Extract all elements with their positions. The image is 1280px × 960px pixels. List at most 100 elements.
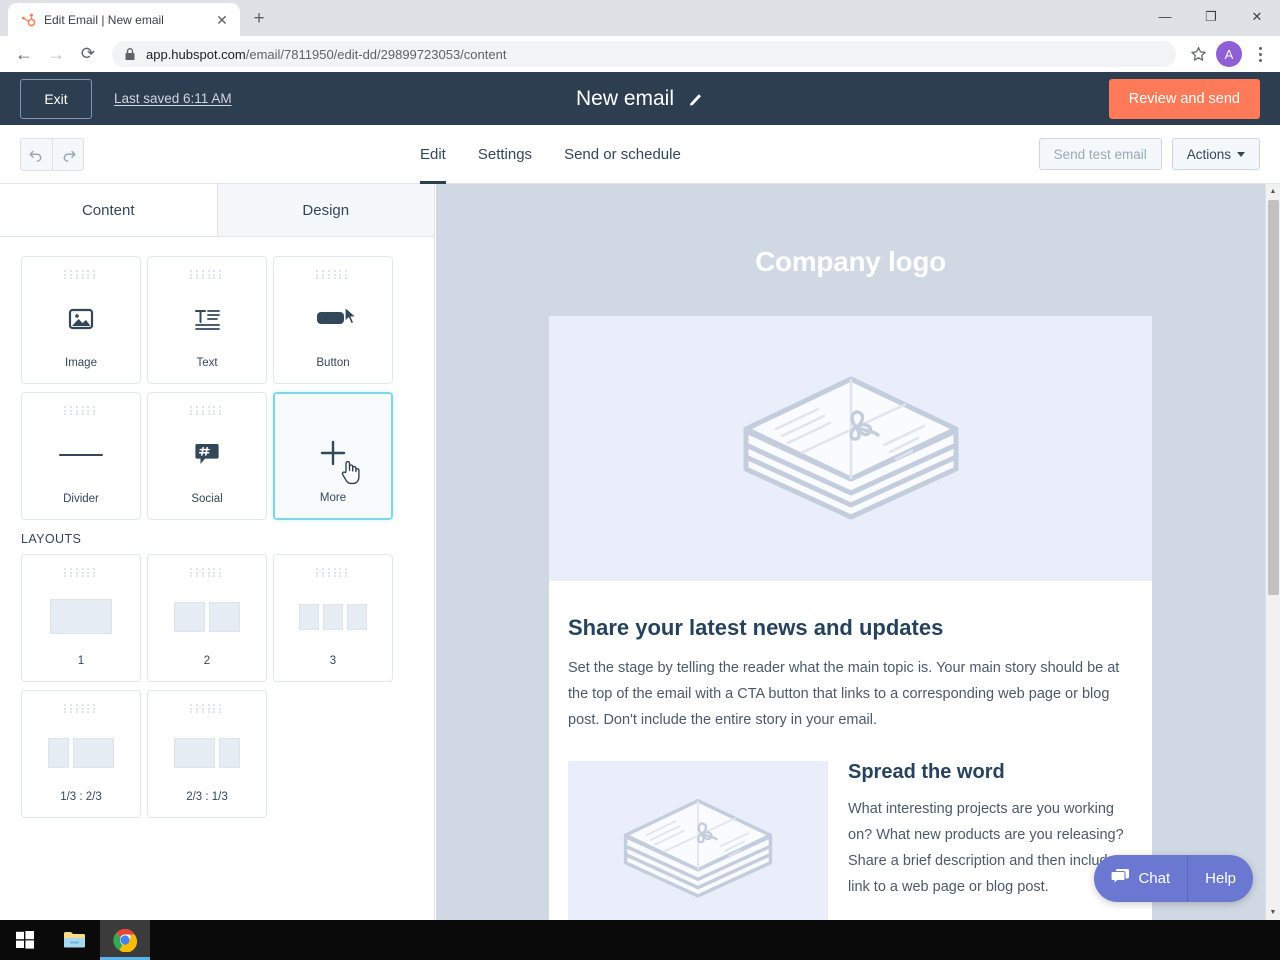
layout-tile-3[interactable]: 3 [273, 554, 393, 682]
reload-icon[interactable]: ⟳ [72, 38, 104, 70]
two-column-module[interactable]: Spread the word What interesting project… [549, 733, 1152, 920]
drag-grip-icon[interactable] [190, 704, 224, 714]
drag-grip-icon[interactable] [64, 704, 98, 714]
email-preview-canvas[interactable]: Company logo Share your latest news and … [436, 184, 1265, 920]
block-tile-label: More [319, 492, 347, 504]
drag-grip-icon[interactable] [64, 406, 98, 416]
drag-grip-icon[interactable] [316, 568, 350, 578]
browser-menu-icon[interactable] [1248, 40, 1272, 68]
split-image-module[interactable] [568, 761, 828, 920]
company-logo-placeholder[interactable]: Company logo [436, 184, 1265, 316]
drag-grip-icon[interactable] [64, 568, 98, 578]
layout-tile-1-3-2-3[interactable]: 1/3 : 2/3 [21, 690, 141, 818]
text-module[interactable]: Share your latest news and updates Set t… [549, 581, 1152, 733]
editor-subnav: Edit Settings Send or schedule Send test… [0, 125, 1280, 184]
back-icon[interactable]: ← [8, 38, 40, 70]
layout-preview [22, 578, 140, 655]
address-bar[interactable]: app.hubspot.com/email/7811950/edit-dd/29… [112, 41, 1176, 67]
block-tile-social[interactable]: Social [147, 392, 267, 520]
last-saved-label[interactable]: Last saved 6:11 AM [114, 91, 232, 106]
edit-pencil-icon[interactable] [688, 91, 704, 107]
browser-tab-title: Edit Email | New email [44, 12, 164, 27]
layout-tile-1[interactable]: 1 [21, 554, 141, 682]
drag-grip-icon[interactable] [190, 568, 224, 578]
layout-tile-label: 2/3 : 1/3 [186, 791, 228, 803]
block-tile-label: Text [196, 357, 218, 369]
cursor-arrow-icon [344, 306, 358, 325]
layout-preview [274, 578, 392, 655]
maximize-icon[interactable]: ❐ [1188, 0, 1234, 33]
minimize-icon[interactable]: — [1142, 0, 1188, 33]
block-tile-more[interactable]: More [273, 392, 393, 520]
tab-send-or-schedule[interactable]: Send or schedule [548, 125, 697, 184]
cursor-pointer-hand-icon [341, 460, 360, 485]
undo-button[interactable] [21, 139, 52, 170]
browser-tab-bar: Edit Email | New email ✕ + — ❐ ✕ [0, 0, 1280, 36]
split-paragraph: What interesting projects are you workin… [848, 801, 1128, 895]
tab-edit[interactable]: Edit [404, 125, 462, 184]
exit-button[interactable]: Exit [20, 78, 92, 119]
new-tab-button[interactable]: + [246, 5, 272, 31]
url-text: app.hubspot.com/email/7811950/edit-dd/29… [146, 47, 506, 62]
hubspot-sprocket-icon [20, 12, 36, 28]
block-tile-text[interactable]: Text [147, 256, 267, 384]
text-icon [148, 280, 266, 357]
browser-toolbar: ← → ⟳ app.hubspot.com/email/7811950/edit… [0, 36, 1280, 72]
window-close-icon[interactable]: ✕ [1234, 0, 1280, 33]
layout-tile-2-3-1-3[interactable]: 2/3 : 1/3 [147, 690, 267, 818]
sidebar-tabs: Content Design [0, 184, 434, 237]
redo-button[interactable] [52, 139, 83, 170]
actions-dropdown[interactable]: Actions [1171, 138, 1260, 170]
sidebar-tab-content[interactable]: Content [0, 184, 217, 236]
sidebar-tab-design[interactable]: Design [216, 184, 434, 236]
letter-stack-placeholder-icon [623, 798, 773, 898]
letter-stack-placeholder-icon [743, 376, 958, 519]
drag-grip-icon[interactable] [316, 270, 350, 280]
editor-tabs: Edit Settings Send or schedule [404, 125, 697, 184]
block-tile-divider[interactable]: Divider [21, 392, 141, 520]
chrome-icon[interactable] [100, 920, 150, 960]
scroll-down-arrow-icon[interactable]: ▼ [1266, 905, 1280, 920]
page-title: New email [575, 86, 675, 110]
avatar[interactable]: A [1216, 41, 1242, 67]
chevron-down-icon [1237, 151, 1245, 157]
content-sidebar: Content Design Image Text Button Divider… [0, 184, 435, 920]
layout-tile-label: 1 [77, 655, 85, 667]
tab-settings[interactable]: Settings [462, 125, 548, 184]
review-and-send-button[interactable]: Review and send [1108, 79, 1260, 119]
section-heading: Share your latest news and updates [568, 615, 944, 640]
block-tile-label: Social [191, 493, 223, 505]
hero-image-module[interactable] [549, 316, 1152, 581]
split-text-column[interactable]: Spread the word What interesting project… [848, 761, 1133, 920]
preview-scrollbar[interactable]: ▲ ▼ [1265, 184, 1280, 920]
layout-tile-2[interactable]: 2 [147, 554, 267, 682]
file-explorer-icon[interactable] [50, 920, 100, 960]
undo-redo-group [20, 138, 84, 171]
close-icon[interactable]: ✕ [212, 10, 232, 30]
chat-bubble-icon [1110, 868, 1130, 889]
drag-grip-icon[interactable] [190, 406, 224, 416]
url-domain: app.hubspot.com [146, 46, 246, 62]
start-button[interactable] [0, 920, 50, 960]
split-heading: Spread the word [848, 761, 1005, 783]
chat-button[interactable]: Chat [1094, 855, 1187, 902]
chat-help-widget: Chat Help [1094, 855, 1253, 902]
layouts-heading: LAYOUTS [21, 532, 82, 546]
forward-icon[interactable]: → [40, 38, 72, 70]
bookmark-star-icon[interactable] [1184, 40, 1212, 68]
drag-grip-icon[interactable] [190, 270, 224, 280]
send-test-email-button[interactable]: Send test email [1038, 138, 1162, 170]
layout-tile-label: 3 [329, 655, 337, 667]
email-document: Company logo Share your latest news and … [436, 184, 1265, 920]
help-button[interactable]: Help [1187, 855, 1253, 902]
image-icon [22, 280, 140, 357]
drag-grip-icon[interactable] [64, 270, 98, 280]
button-icon [274, 280, 392, 357]
block-tile-button[interactable]: Button [273, 256, 393, 384]
section-paragraph: Set the stage by telling the reader what… [568, 660, 1120, 728]
scrollbar-thumb[interactable] [1268, 200, 1279, 595]
block-tile-image[interactable]: Image [21, 256, 141, 384]
help-label: Help [1205, 870, 1236, 887]
scroll-up-arrow-icon[interactable]: ▲ [1266, 184, 1280, 199]
browser-tab[interactable]: Edit Email | New email ✕ [8, 3, 240, 36]
